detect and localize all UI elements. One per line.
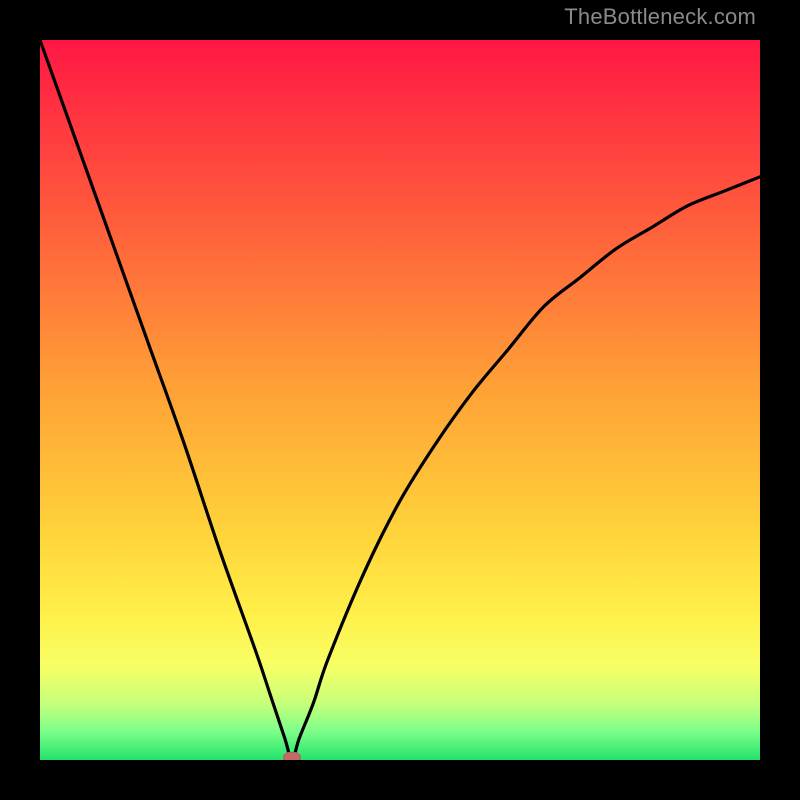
watermark-text: TheBottleneck.com: [564, 4, 756, 30]
bottleneck-curve-path: [40, 40, 760, 760]
curve-layer: [40, 40, 760, 760]
minimum-marker: [283, 752, 301, 760]
plot-area: [40, 40, 760, 760]
chart-frame: TheBottleneck.com: [0, 0, 800, 800]
